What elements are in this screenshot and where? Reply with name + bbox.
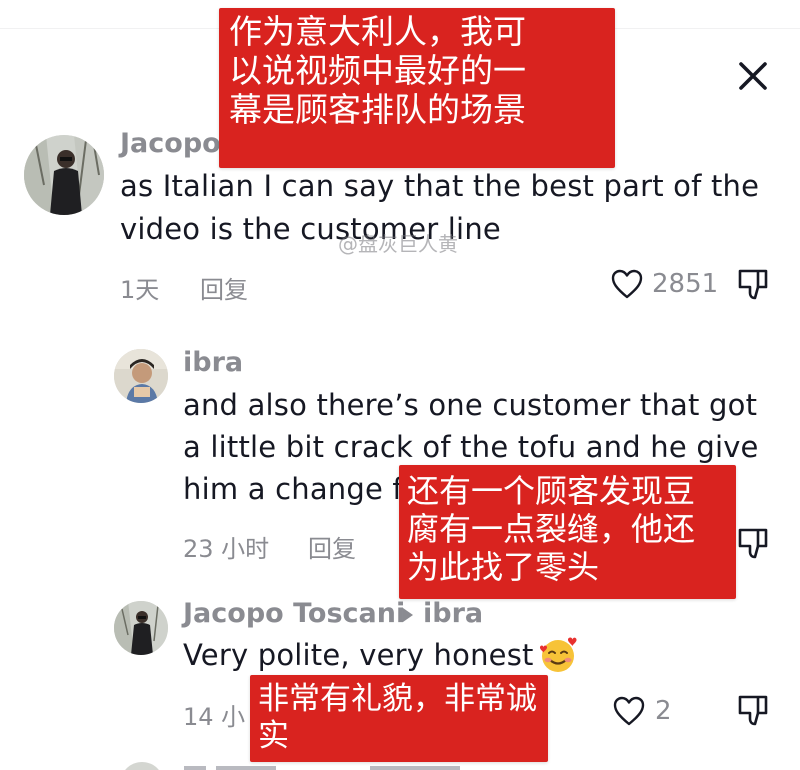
like-button[interactable] <box>610 268 644 300</box>
thumbs-down-icon <box>738 695 768 726</box>
avatar[interactable] <box>114 349 168 403</box>
translation-caption: 作为意大利人，我可 以说视频中最好的一 幕是顾客排队的场景 <box>219 8 615 168</box>
dislike-button[interactable] <box>736 692 772 732</box>
like-count: 2 <box>655 696 672 726</box>
thumbs-down-icon <box>738 269 768 300</box>
like-count: 2851 <box>652 269 719 299</box>
dislike-button[interactable] <box>736 266 772 306</box>
comment-timestamp: 14 小 <box>183 703 246 731</box>
comment-username[interactable]: Jacopo Toscani <box>183 598 405 629</box>
comment-text-line: Very polite, very honest <box>183 638 534 672</box>
next-comment-partial <box>125 762 460 770</box>
close-button[interactable] <box>732 55 774 97</box>
avatar[interactable] <box>114 601 168 655</box>
translation-caption: 非常有礼貌，非常诚 实 <box>250 675 548 762</box>
comment-timestamp: 1天 <box>120 276 160 304</box>
comment-text-line: a little bit crack of the tofu and he gi… <box>183 430 759 464</box>
comment-timestamp: 23 小时 <box>183 535 270 563</box>
close-icon <box>739 62 767 90</box>
translation-line: 腐有一点裂缝，他还 <box>407 510 696 548</box>
translation-line: 实 <box>258 718 289 754</box>
heart-outline-icon <box>611 269 643 299</box>
translation-line: 以说视频中最好的一 <box>229 51 526 90</box>
translation-line: 还有一个顾客发现豆 <box>407 472 696 510</box>
heart-outline-icon <box>613 696 645 726</box>
dislike-button[interactable] <box>736 525 772 565</box>
translation-caption: 还有一个顾客发现豆 腐有一点裂缝，他还 为此找了零头 <box>399 465 736 599</box>
watermark: @盘灰巨人黄 <box>338 232 458 256</box>
translation-line: 幕是顾客排队的场景 <box>229 90 526 129</box>
translation-line: 非常有礼貌，非常诚 <box>258 681 537 717</box>
comment-text-line: him a change f <box>183 472 403 506</box>
reply-target-username[interactable]: ibra <box>423 598 483 629</box>
translation-line: 为此找了零头 <box>407 548 600 586</box>
caret-right-icon <box>403 608 413 622</box>
thumbs-down-icon <box>738 528 768 559</box>
comment-text-line: and also there’s one customer that got <box>183 388 758 422</box>
reply-button[interactable]: 回复 <box>308 529 356 564</box>
comment-username[interactable]: Jacopo <box>120 128 221 159</box>
comment-username[interactable]: ibra <box>183 347 243 378</box>
like-button[interactable] <box>612 695 646 727</box>
smiling-face-with-hearts-emoji <box>539 637 577 672</box>
translation-line: 作为意大利人，我可 <box>229 12 526 51</box>
comment-text-line: as Italian I can say that the best part … <box>120 169 760 203</box>
avatar[interactable] <box>24 135 104 215</box>
reply-button[interactable]: 回复 <box>200 270 248 305</box>
